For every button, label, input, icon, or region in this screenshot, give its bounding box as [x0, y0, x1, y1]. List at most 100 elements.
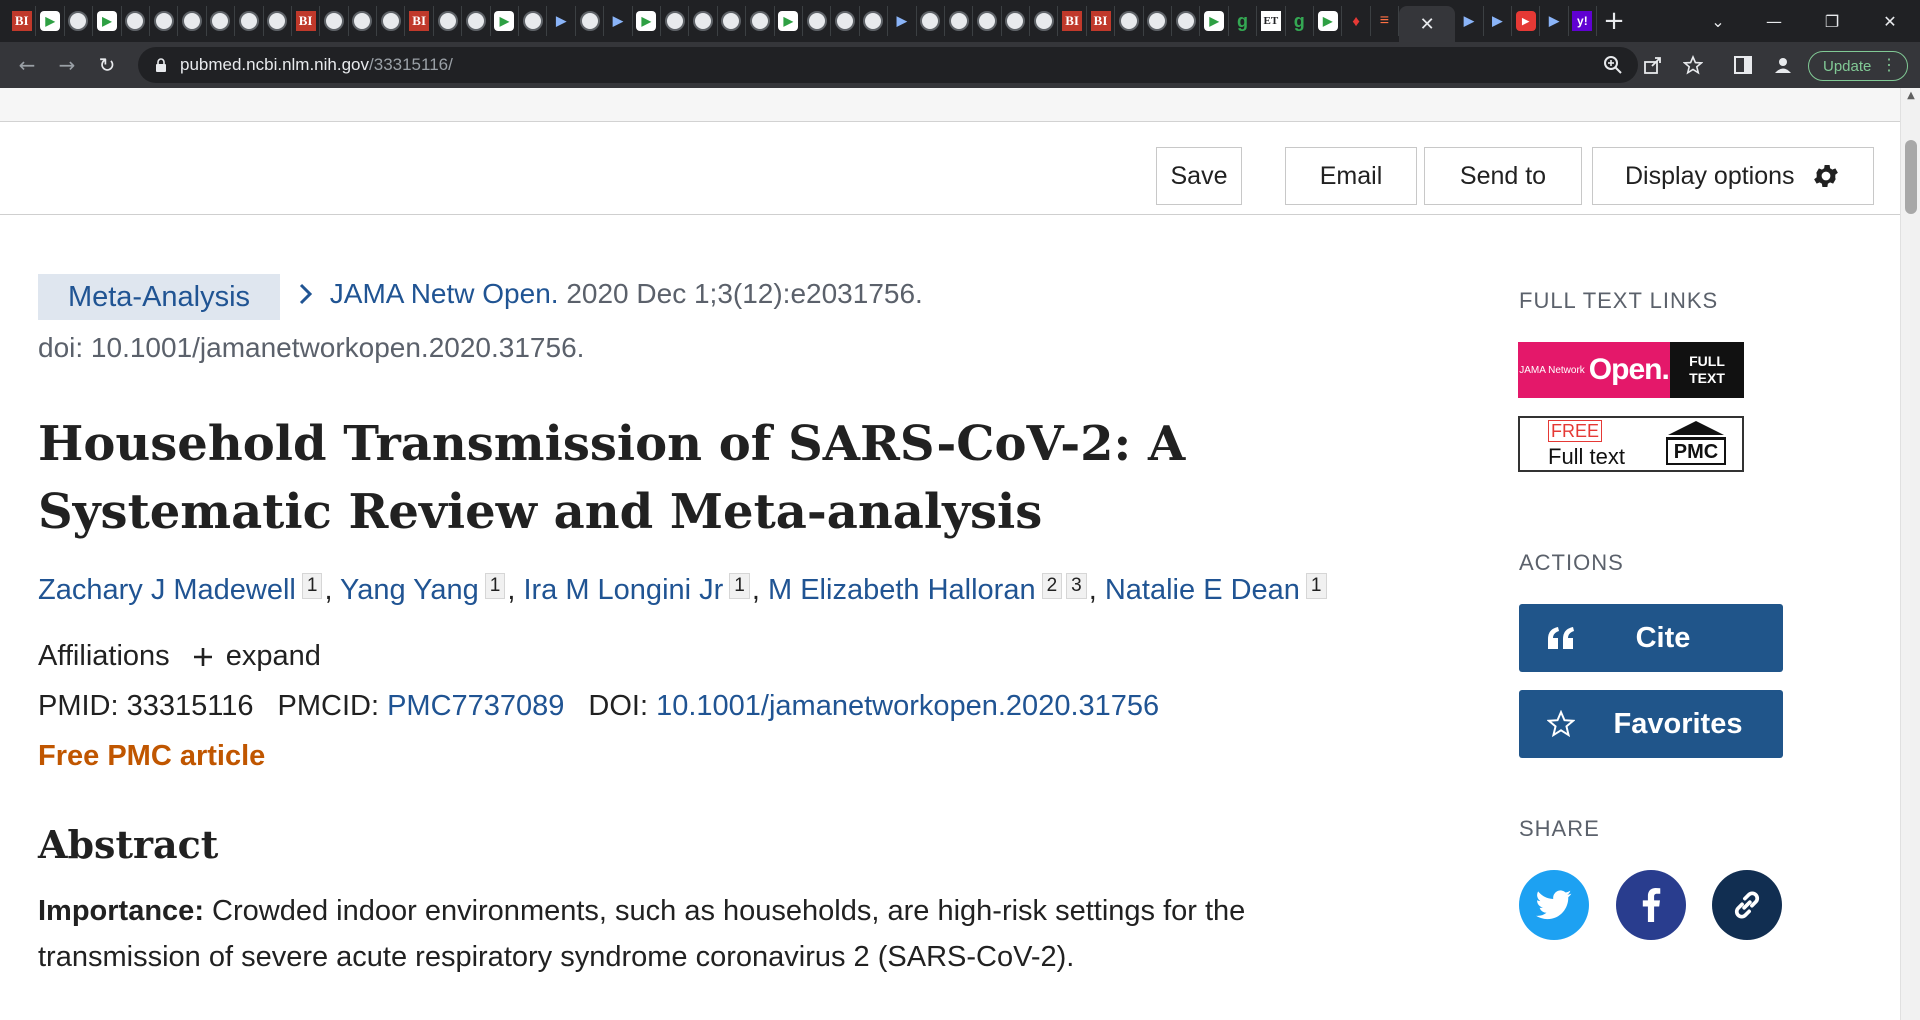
update-button[interactable]: Update ⋮ [1808, 51, 1908, 81]
affiliation-number[interactable]: 1 [729, 573, 750, 599]
browser-tab[interactable] [803, 6, 832, 36]
page-scrollbar[interactable]: ▲ [1900, 88, 1920, 1020]
browser-tab[interactable] [576, 6, 605, 36]
browser-tab[interactable]: ▶ [775, 6, 803, 36]
close-tab-icon[interactable]: ✕ [1420, 14, 1435, 35]
close-window-button[interactable]: ✕ [1862, 0, 1918, 42]
browser-tab[interactable] [718, 6, 747, 36]
browser-tab[interactable]: ▶ [604, 6, 633, 36]
browser-tab[interactable]: ♦ [1342, 6, 1371, 36]
scroll-up-arrow-icon[interactable]: ▲ [1901, 90, 1920, 106]
browser-tab[interactable] [434, 6, 463, 36]
url-text[interactable]: pubmed.ncbi.nlm.nih.gov/33315116/ [180, 55, 453, 75]
display-options-button[interactable]: Display options [1592, 147, 1874, 205]
browser-tab[interactable] [150, 6, 179, 36]
restore-button[interactable]: ❐ [1804, 0, 1860, 42]
affiliation-number[interactable]: 1 [484, 573, 506, 599]
browser-tab[interactable]: BI [8, 6, 37, 36]
reload-button[interactable]: ↻ [92, 50, 122, 80]
address-bar[interactable]: pubmed.ncbi.nlm.nih.gov/33315116/ [138, 47, 1638, 83]
browser-tab[interactable]: ▶ [1455, 6, 1484, 36]
new-tab-button[interactable]: + [1600, 6, 1628, 36]
author-link[interactable]: Zachary J Madewell [38, 574, 296, 606]
email-button[interactable]: Email [1285, 147, 1417, 205]
share-page-icon[interactable] [1640, 52, 1666, 78]
cite-button[interactable]: Cite [1519, 604, 1783, 672]
browser-tab[interactable] [1002, 6, 1031, 36]
browser-tab[interactable]: ▶ [93, 6, 122, 36]
browser-tab[interactable] [1172, 6, 1201, 36]
twitter-share-button[interactable] [1519, 870, 1589, 940]
browser-tab[interactable] [917, 6, 945, 36]
browser-tab[interactable] [235, 6, 264, 36]
browser-tab[interactable]: ▶ [1200, 6, 1229, 36]
browser-tab[interactable] [1115, 6, 1144, 36]
browser-tab[interactable]: y! [1569, 6, 1598, 36]
affiliation-number[interactable]: 1 [1305, 573, 1327, 599]
side-panel-icon[interactable] [1730, 52, 1756, 78]
zoom-icon[interactable] [1600, 52, 1626, 78]
browser-tab[interactable] [377, 6, 406, 36]
affiliation-number[interactable]: 1 [301, 573, 323, 599]
browser-tab[interactable] [945, 6, 974, 36]
browser-tab[interactable]: g [1229, 6, 1258, 36]
send-to-button[interactable]: Send to [1424, 147, 1582, 205]
browser-tab[interactable] [1144, 6, 1173, 36]
browser-tab[interactable]: BI [1058, 6, 1087, 36]
minimize-button[interactable]: — [1746, 0, 1802, 42]
browser-tab[interactable]: ≡ [1371, 6, 1400, 36]
browser-tab[interactable]: ▶ [633, 6, 661, 36]
browser-tab[interactable]: ▶ [1484, 6, 1512, 36]
browser-tab[interactable]: ET [1257, 6, 1286, 36]
author-link[interactable]: Yang Yang [340, 574, 479, 606]
browser-tab[interactable]: BI [405, 6, 434, 36]
bookmark-star-icon[interactable] [1680, 52, 1706, 78]
browser-tab[interactable] [65, 6, 94, 36]
browser-tab[interactable] [178, 6, 207, 36]
browser-tab[interactable] [519, 6, 548, 36]
journal-link[interactable]: JAMA Netw Open. [330, 278, 559, 309]
browser-tab[interactable]: g [1286, 6, 1314, 36]
facebook-share-button[interactable] [1616, 870, 1686, 940]
browser-tab[interactable] [207, 6, 236, 36]
favorites-button[interactable]: Favorites [1519, 690, 1783, 758]
copy-link-share-button[interactable] [1712, 870, 1782, 940]
browser-tab[interactable] [462, 6, 491, 36]
browser-tab[interactable]: BI [292, 6, 321, 36]
expand-affiliations-button[interactable]: expand [192, 640, 321, 672]
browser-tab[interactable] [264, 6, 292, 36]
browser-tab[interactable] [860, 6, 889, 36]
browser-tab[interactable]: ▶ [491, 6, 520, 36]
author-link[interactable]: Natalie E Dean [1105, 574, 1300, 606]
browser-tab[interactable] [689, 6, 718, 36]
browser-tab[interactable]: ▶ [1540, 6, 1569, 36]
doi-link[interactable]: 10.1001/jamanetworkopen.2020.31756 [656, 690, 1159, 722]
save-button[interactable]: Save [1156, 147, 1242, 205]
forward-button[interactable]: → [52, 50, 82, 80]
browser-tab[interactable]: ▶ [547, 6, 576, 36]
author-link[interactable]: M Elizabeth Halloran [768, 574, 1036, 606]
browser-tab[interactable] [1030, 6, 1059, 36]
browser-tab[interactable] [746, 6, 775, 36]
browser-tab[interactable] [831, 6, 860, 36]
browser-tab[interactable] [661, 6, 690, 36]
publication-type-badge[interactable]: Meta-Analysis [38, 274, 280, 320]
browser-tab[interactable] [973, 6, 1002, 36]
browser-tab[interactable]: ▶ [36, 6, 65, 36]
pmcid-link[interactable]: PMC7737089 [387, 690, 564, 722]
browser-tab[interactable]: ▶ [1512, 6, 1541, 36]
browser-tab[interactable] [320, 6, 349, 36]
browser-tab[interactable] [349, 6, 378, 36]
author-link[interactable]: Ira M Longini Jr [523, 574, 723, 606]
back-button[interactable]: ← [12, 50, 42, 80]
browser-tab[interactable]: ▶ [888, 6, 917, 36]
pmc-free-full-text-link[interactable]: FREE Full text PMC [1518, 416, 1744, 472]
tab-search-icon[interactable]: ⌄ [1690, 0, 1746, 42]
active-tab[interactable]: ✕ [1399, 6, 1456, 42]
profile-icon[interactable] [1770, 52, 1796, 78]
browser-tab[interactable]: ▶ [1314, 6, 1343, 36]
jama-full-text-link[interactable]: JAMA Network Open. FULL TEXT [1518, 342, 1744, 398]
affiliation-number[interactable]: 2 [1041, 573, 1063, 599]
browser-tab[interactable] [122, 6, 150, 36]
scrollbar-thumb[interactable] [1905, 140, 1917, 214]
